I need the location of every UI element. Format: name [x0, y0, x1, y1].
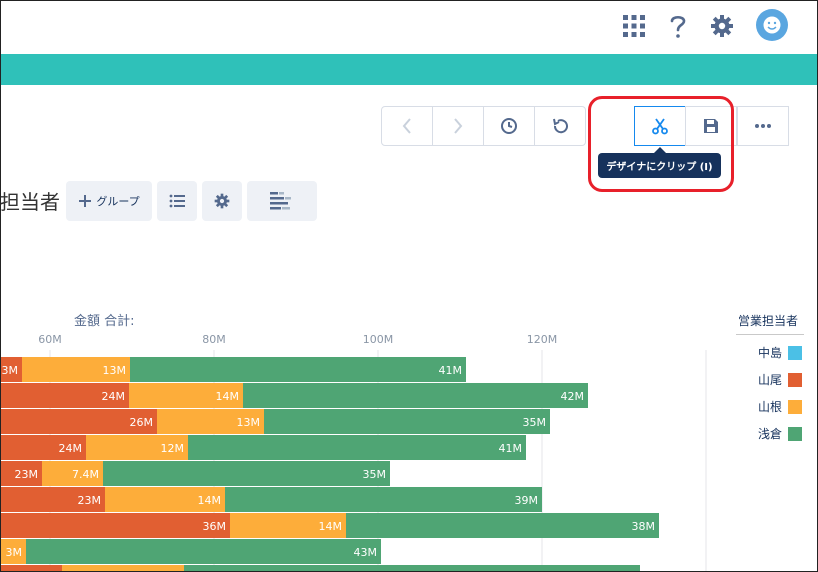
bar-data-label: 41M — [499, 442, 523, 455]
bar-segment[interactable] — [188, 435, 526, 460]
bar-segment[interactable] — [346, 513, 659, 538]
bar-data-label: 42M — [561, 390, 585, 403]
bar-segment[interactable] — [103, 461, 390, 486]
bar-segment[interactable] — [62, 565, 184, 572]
x-tick-label: 120M — [527, 333, 558, 346]
bar-segment[interactable] — [0, 565, 62, 572]
bar-segment[interactable] — [130, 357, 466, 382]
x-tick-label: 60M — [38, 333, 62, 346]
bar-data-label: 7.4M — [72, 468, 99, 481]
bar-data-label: 41M — [439, 364, 463, 377]
bar-data-label: 35M — [523, 416, 547, 429]
x-tick-label: 80M — [202, 333, 226, 346]
bar-data-label: 35M — [363, 468, 387, 481]
bar-data-label: 24M — [59, 442, 83, 455]
bar-data-label: 43M — [354, 546, 378, 559]
x-tick-label: 100M — [363, 333, 394, 346]
bar-data-label: 3M — [6, 546, 23, 559]
bar-data-label: 14M — [216, 390, 240, 403]
bar-data-label: 14M — [198, 494, 222, 507]
bar-data-label: 13M — [103, 364, 127, 377]
bar-segment[interactable] — [225, 487, 542, 512]
bar-segment[interactable] — [264, 409, 550, 434]
bar-data-label: 3M — [2, 364, 19, 377]
bar-data-label: 24M — [102, 390, 126, 403]
bar-data-label: 13M — [237, 416, 261, 429]
bar-data-label: 23M — [78, 494, 102, 507]
bar-segment[interactable] — [0, 513, 230, 538]
bar-data-label: 36M — [203, 520, 227, 533]
bar-data-label: 23M — [15, 468, 39, 481]
stacked-bar-chart: 60M 80M 100M 120M 3M 13M 41M 24M 14M 42M 26M 13M 35M… — [0, 333, 707, 572]
bar-data-label: 38M — [632, 520, 656, 533]
clip-tooltip: デザイナにクリップ (I) — [598, 147, 721, 178]
bar-segment[interactable] — [184, 565, 640, 572]
bar-data-label: 14M — [319, 520, 343, 533]
bar-segment[interactable] — [26, 539, 381, 564]
bar-data-label: 39M — [515, 494, 539, 507]
bar-segment[interactable] — [243, 383, 588, 408]
bar-data-label: 26M — [130, 416, 154, 429]
bar-data-label: 12M — [161, 442, 185, 455]
